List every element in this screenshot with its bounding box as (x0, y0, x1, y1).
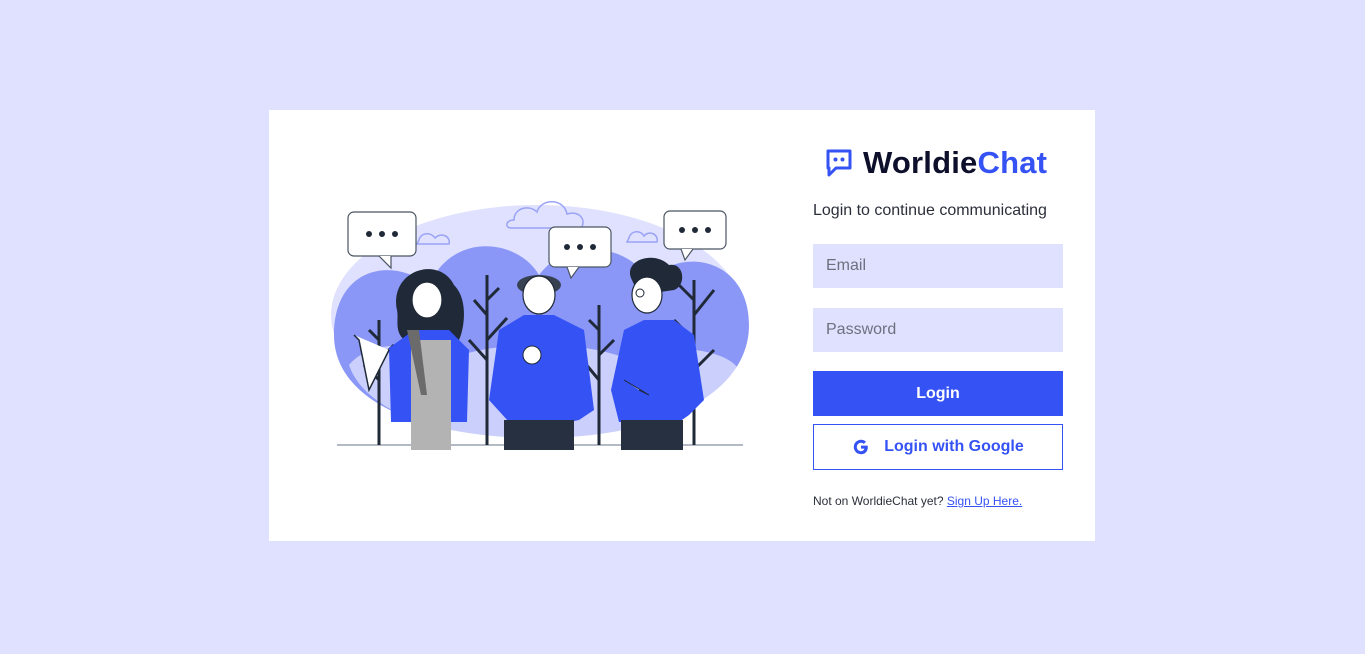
brand-name-part1: Worldie (863, 145, 978, 180)
login-with-google-button[interactable]: Login with Google (813, 424, 1063, 470)
brand-name: WorldieChat (863, 145, 1047, 181)
login-card: WorldieChat Login to continue communicat… (269, 110, 1095, 541)
password-input[interactable] (813, 308, 1063, 352)
login-button[interactable]: Login (813, 371, 1063, 416)
login-panel: WorldieChat Login to continue communicat… (813, 110, 1063, 541)
email-input[interactable] (813, 244, 1063, 288)
login-with-google-label: Login with Google (884, 438, 1024, 455)
brand-logo: WorldieChat (825, 143, 1047, 183)
brand-name-part2: Chat (977, 145, 1048, 180)
google-g-icon (854, 439, 869, 455)
chat-bubble-icon (826, 149, 852, 177)
login-subtitle: Login to continue communicating (813, 202, 1047, 219)
signup-prompt-text: Not on WorldieChat yet? (813, 494, 944, 508)
signup-link[interactable]: Sign Up Here. (947, 494, 1022, 508)
people-chatting-illustration (331, 201, 749, 450)
signup-prompt: Not on WorldieChat yet? Sign Up Here. (813, 494, 1022, 508)
